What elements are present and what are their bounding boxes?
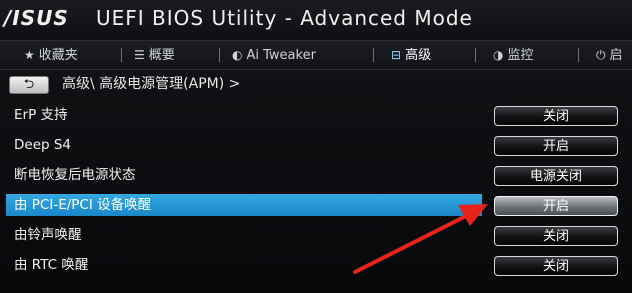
nav-separator: [219, 48, 220, 62]
nav-main[interactable]: ☰ 概要: [134, 41, 175, 69]
star-icon: ★: [24, 48, 35, 62]
nav-separator: [475, 48, 476, 62]
title-bar: /ISUS UEFI BIOS Utility - Advanced Mode: [0, 0, 632, 40]
nav-label-advanced: 高级: [405, 48, 432, 63]
nav-label-ai-tweaker: Ai Tweaker: [246, 48, 316, 63]
setting-value-button[interactable]: 关闭: [494, 256, 618, 276]
bios-screen: /ISUS UEFI BIOS Utility - Advanced Mode …: [0, 0, 632, 293]
nav-boot[interactable]: ⏻ 启: [596, 41, 623, 69]
app-title: UEFI BIOS Utility - Advanced Mode: [96, 6, 473, 30]
nav-label-boot: 启: [609, 48, 623, 63]
nav-advanced[interactable]: ⊟ 高级: [391, 41, 431, 69]
setting-label: 由铃声唤醒: [14, 227, 82, 243]
asus-logo: /ISUS: [4, 6, 69, 30]
nav-bar: ★ 收藏夹 ☰ 概要 ◐ Ai Tweaker ⊟ 高级 ◑ 监控 ⏻ 启: [0, 40, 632, 70]
advanced-icon: ⊟: [391, 48, 402, 62]
setting-row-power-restore[interactable]: 断电恢复后电源状态: [6, 164, 482, 186]
nav-separator: [121, 48, 122, 62]
nav-ai-tweaker[interactable]: ◐ Ai Tweaker: [232, 41, 316, 69]
setting-value-button[interactable]: 关闭: [494, 226, 618, 246]
setting-value-button[interactable]: 开启: [494, 136, 618, 156]
setting-row-ring-wake[interactable]: 由铃声唤醒: [6, 224, 482, 246]
nav-label-main: 概要: [148, 48, 175, 63]
nav-favorites[interactable]: ★ 收藏夹: [24, 41, 78, 69]
setting-row-deep-s4[interactable]: Deep S4: [6, 134, 482, 156]
breadcrumb: 高级\ 高级电源管理(APM) >: [62, 76, 241, 92]
nav-label-favorites: 收藏夹: [38, 48, 78, 63]
back-button[interactable]: ⮌: [9, 76, 49, 94]
nav-separator: [578, 48, 579, 62]
setting-label: 断电恢复后电源状态: [14, 167, 136, 183]
nav-label-monitor: 监控: [507, 48, 534, 63]
setting-value-button[interactable]: 关闭: [494, 106, 618, 126]
setting-value-button[interactable]: 电源关闭: [494, 166, 618, 186]
nav-monitor[interactable]: ◑ 监控: [493, 41, 534, 69]
monitor-icon: ◑: [493, 48, 504, 62]
setting-label: Deep S4: [14, 137, 72, 153]
list-icon: ☰: [134, 48, 145, 62]
setting-value-button[interactable]: 开启: [494, 196, 618, 216]
power-icon: ⏻: [596, 48, 606, 62]
setting-row-pcie-wake[interactable]: 由 PCI-E/PCI 设备唤醒: [6, 194, 482, 216]
tweaker-icon: ◐: [232, 48, 243, 62]
setting-row-rtc-wake[interactable]: 由 RTC 唤醒: [6, 254, 482, 276]
setting-row-erp[interactable]: ErP 支持: [6, 104, 482, 126]
setting-label: 由 PCI-E/PCI 设备唤醒: [14, 197, 152, 213]
setting-label: ErP 支持: [14, 107, 68, 123]
nav-separator: [373, 48, 374, 62]
setting-label: 由 RTC 唤醒: [14, 257, 89, 273]
